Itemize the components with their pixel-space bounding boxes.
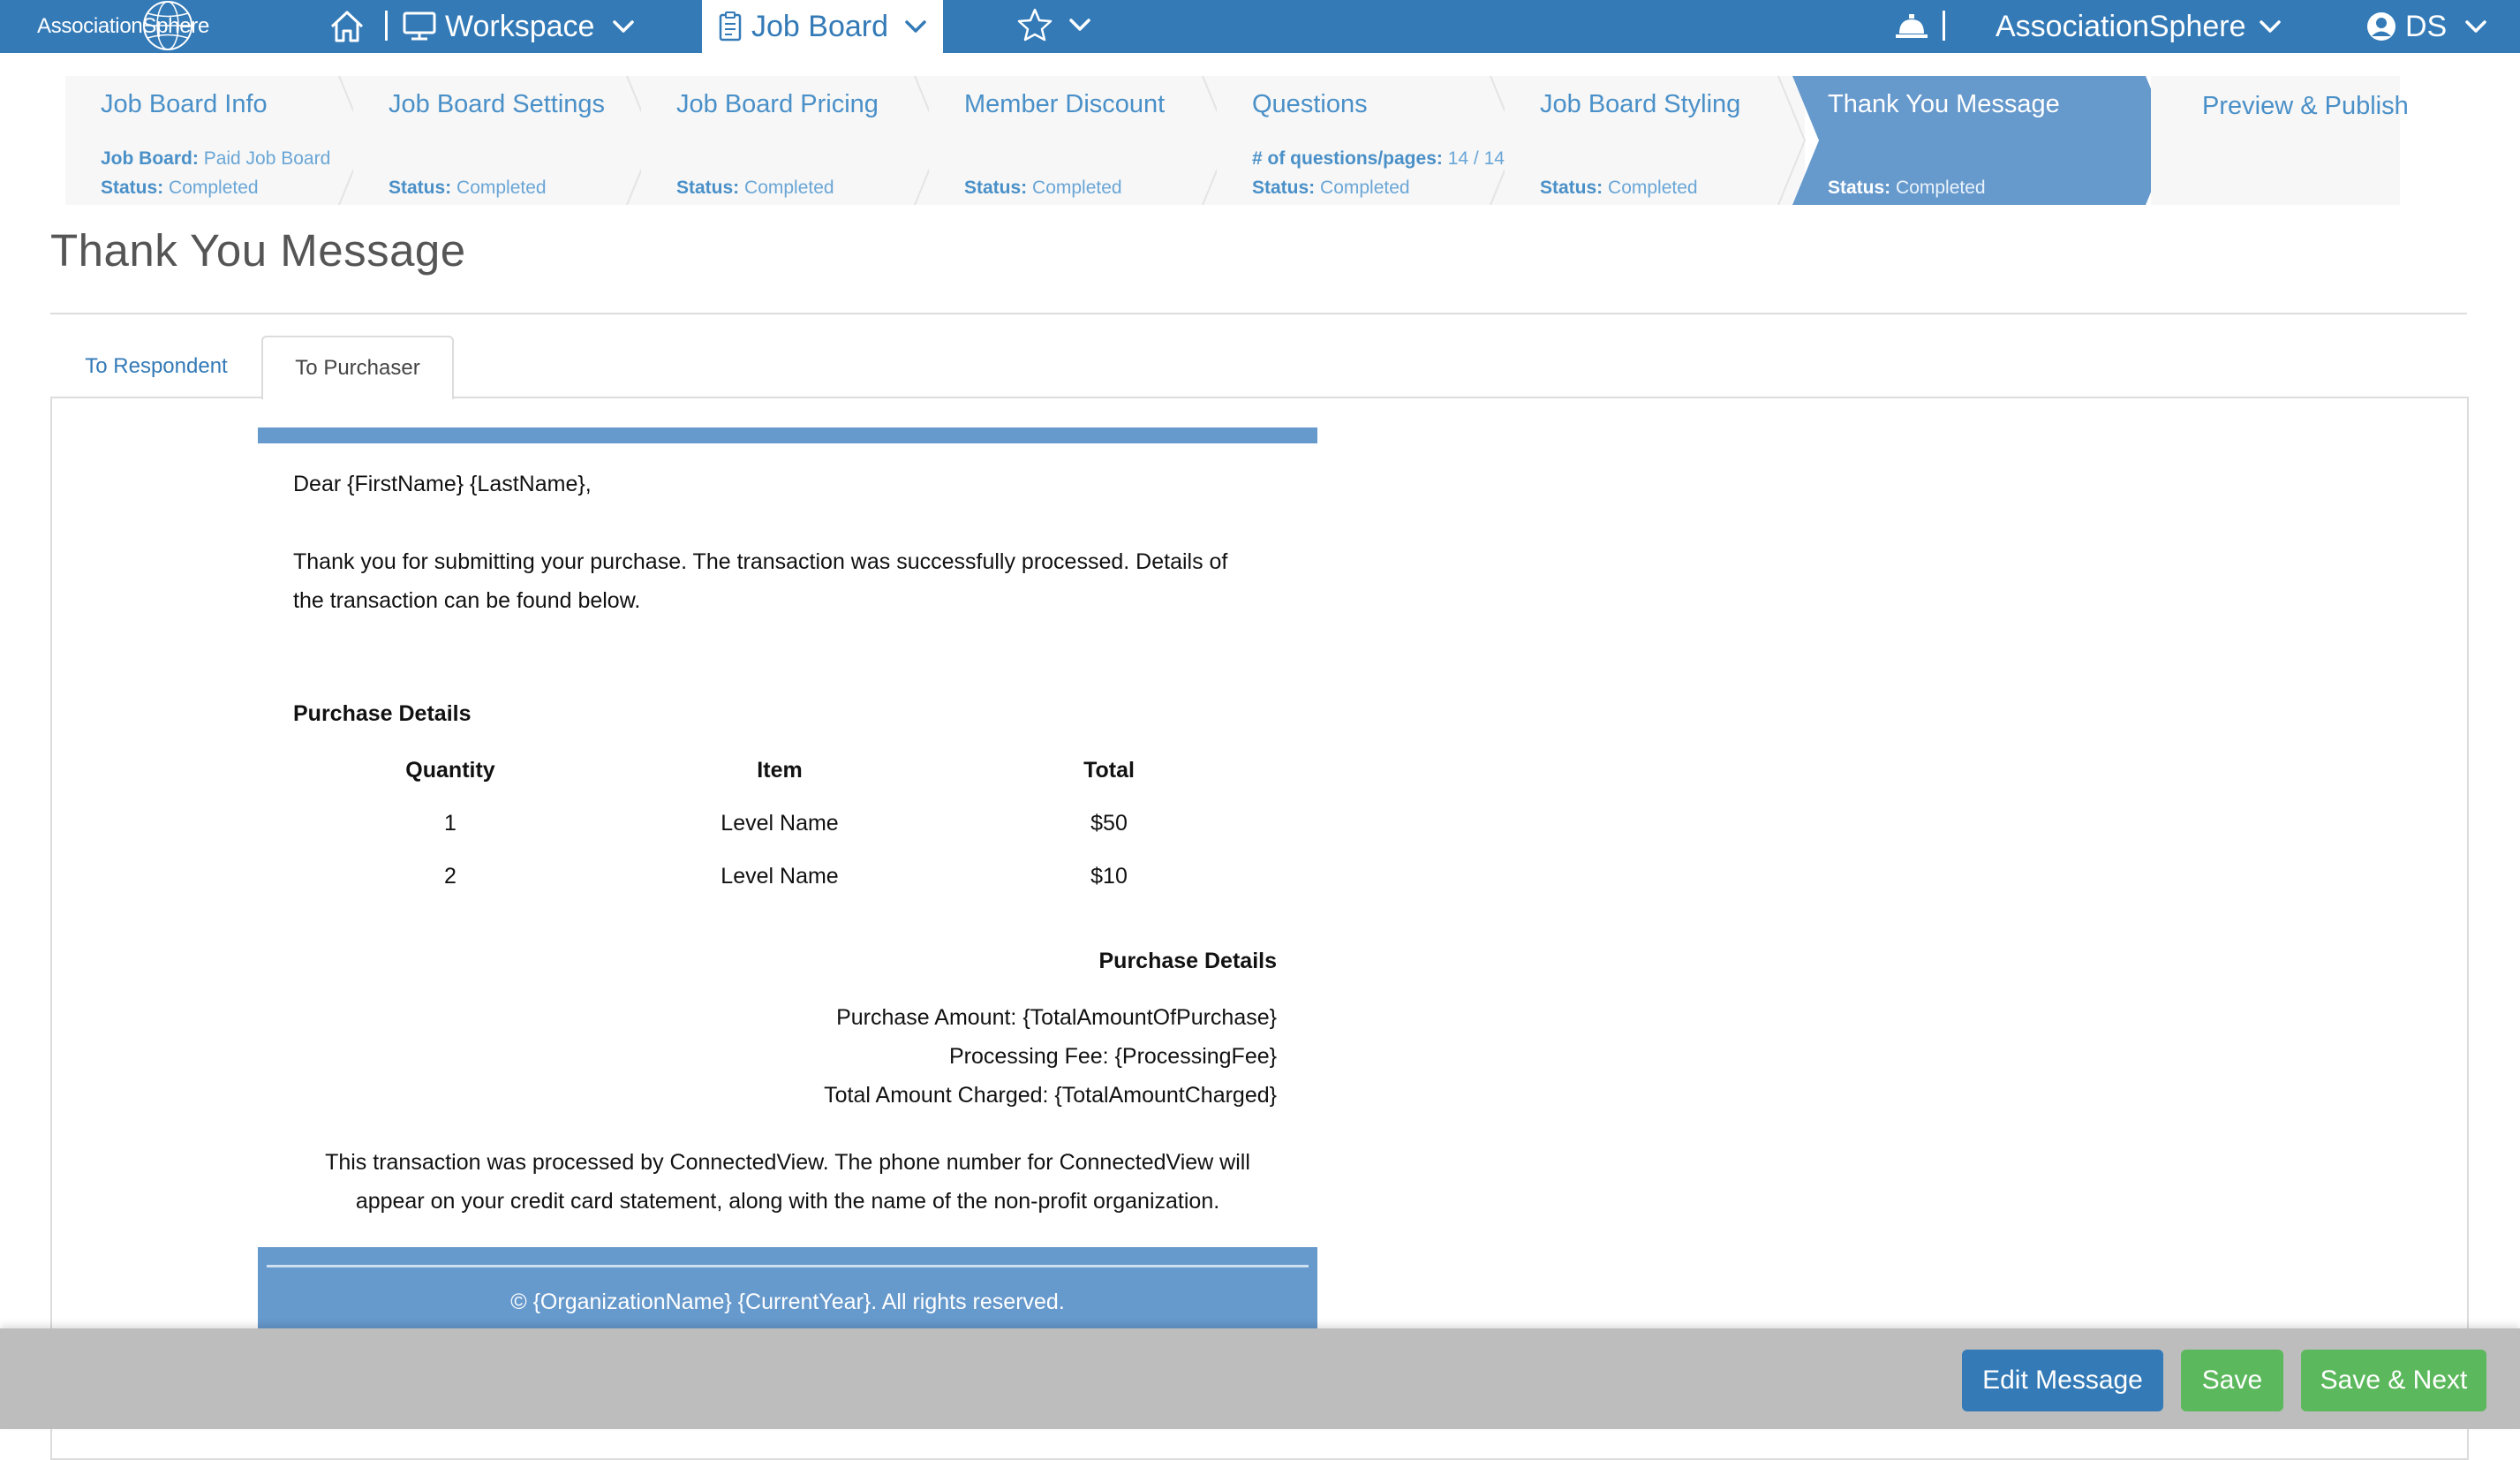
home-icon[interactable]	[328, 9, 366, 44]
table-cell-total: $50	[1090, 811, 1128, 836]
step-member-discount[interactable]: Member Discount Status: Completed	[929, 76, 1231, 205]
email-intro-line2: the transaction can be found below.	[293, 588, 641, 613]
service-bell-icon[interactable]	[1894, 11, 1929, 41]
job-board-label: Job Board	[751, 9, 888, 43]
step-status: Status: Completed	[964, 178, 1122, 198]
summary-heading: Purchase Details	[1098, 949, 1278, 973]
purchase-details-heading: Purchase Details	[293, 701, 472, 726]
job-board-menu[interactable]: Job Board	[702, 0, 943, 53]
logo[interactable]: AssociationSphere	[37, 0, 209, 53]
save-button[interactable]: Save	[2181, 1350, 2283, 1411]
email-header-bar	[258, 427, 1317, 443]
step-job-board-pricing[interactable]: Job Board Pricing Status: Completed	[641, 76, 943, 205]
step-status: Status: Completed	[1828, 178, 1986, 198]
table-cell-total: $10	[1090, 864, 1128, 889]
step-title: Member Discount	[964, 90, 1166, 118]
processing-fee: Processing Fee: {ProcessingFee}	[948, 1044, 1277, 1069]
step-status: Status: Completed	[676, 178, 834, 198]
organization-menu[interactable]: AssociationSphere	[1996, 0, 2282, 53]
table-header-total: Total	[1083, 758, 1135, 783]
clipboard-icon	[719, 11, 742, 42]
table-cell-item: Level Name	[721, 811, 839, 836]
edit-message-button[interactable]: Edit Message	[1962, 1350, 2163, 1411]
chevron-down-icon	[2465, 20, 2486, 33]
table-cell-item: Level Name	[721, 864, 839, 889]
footer-divider	[267, 1265, 1309, 1267]
processor-note-line1: This transaction was processed by Connec…	[325, 1150, 1250, 1175]
nav-divider	[385, 11, 388, 41]
nav-divider	[1943, 11, 1945, 41]
step-questions[interactable]: Questions # of questions/pages: 14 / 14 …	[1217, 76, 1519, 205]
step-title: Questions	[1252, 90, 1368, 118]
footer-copyright: © {OrganizationName} {CurrentYear}. All …	[510, 1290, 1065, 1314]
table-cell-quantity: 1	[444, 811, 456, 836]
favorites-menu[interactable]	[1017, 7, 1091, 42]
step-title: Thank You Message	[1828, 90, 2060, 118]
user-menu[interactable]: DS	[2366, 0, 2487, 53]
chevron-down-icon	[905, 20, 926, 33]
chevron-down-icon	[2259, 20, 2281, 33]
star-icon	[1017, 8, 1053, 42]
table-header-quantity: Quantity	[405, 758, 495, 783]
title-divider	[50, 313, 2467, 314]
step-title: Preview & Publish	[2202, 92, 2409, 120]
user-circle-icon	[2367, 12, 2396, 41]
save-and-next-button[interactable]: Save & Next	[2301, 1350, 2486, 1411]
step-job-board-info[interactable]: Job Board Info Job Board: Paid Job Board…	[65, 76, 367, 205]
step-detail: Job Board: Paid Job Board	[101, 148, 331, 169]
step-title: Job Board Info	[101, 90, 268, 118]
purchase-amount: Purchase Amount: {TotalAmountOfPurchase}	[836, 1005, 1277, 1030]
email-intro-line1: Thank you for submitting your purchase. …	[293, 549, 1228, 574]
tab-to-respondent[interactable]: To Respondent	[50, 336, 262, 397]
page-title: Thank You Message	[50, 225, 466, 276]
monitor-icon	[403, 11, 436, 41]
workspace-label: Workspace	[445, 9, 595, 43]
chevron-down-icon	[1069, 19, 1090, 31]
processor-note-line2: appear on your credit card statement, al…	[355, 1189, 1220, 1214]
tab-to-purchaser[interactable]: To Purchaser	[261, 336, 454, 399]
step-status: Status: Completed	[101, 178, 259, 198]
step-title: Job Board Settings	[389, 90, 606, 118]
top-navbar: AssociationSphere Workspace Job Board As…	[0, 0, 2520, 53]
table-header-item: Item	[757, 758, 803, 783]
globe-icon	[143, 1, 192, 50]
table-cell-quantity: 2	[444, 864, 456, 889]
step-detail: # of questions/pages: 14 / 14	[1252, 148, 1505, 169]
wizard-steps: Job Board Info Job Board: Paid Job Board…	[65, 76, 2409, 205]
step-thank-you-message[interactable]: Thank You Message Status: Completed	[1792, 76, 2174, 205]
step-preview-publish[interactable]: Preview & Publish	[2151, 76, 2409, 205]
organization-label: AssociationSphere	[1996, 9, 2246, 43]
step-status: Status: Completed	[1252, 178, 1410, 198]
user-initials: DS	[2405, 9, 2448, 43]
action-bar: Edit Message Save Save & Next	[0, 1328, 2520, 1429]
email-greeting: Dear {FirstName} {LastName},	[293, 472, 592, 496]
step-job-board-styling[interactable]: Job Board Styling Status: Completed	[1505, 76, 1807, 205]
workspace-menu[interactable]: Workspace	[403, 0, 635, 53]
total-amount-charged: Total Amount Charged: {TotalAmountCharge…	[824, 1083, 1277, 1108]
chevron-down-icon	[613, 20, 635, 33]
step-status: Status: Completed	[389, 178, 547, 198]
step-title: Job Board Styling	[1540, 90, 1741, 118]
step-job-board-settings[interactable]: Job Board Settings Status: Completed	[353, 76, 655, 205]
step-status: Status: Completed	[1540, 178, 1698, 198]
step-title: Job Board Pricing	[676, 90, 879, 118]
